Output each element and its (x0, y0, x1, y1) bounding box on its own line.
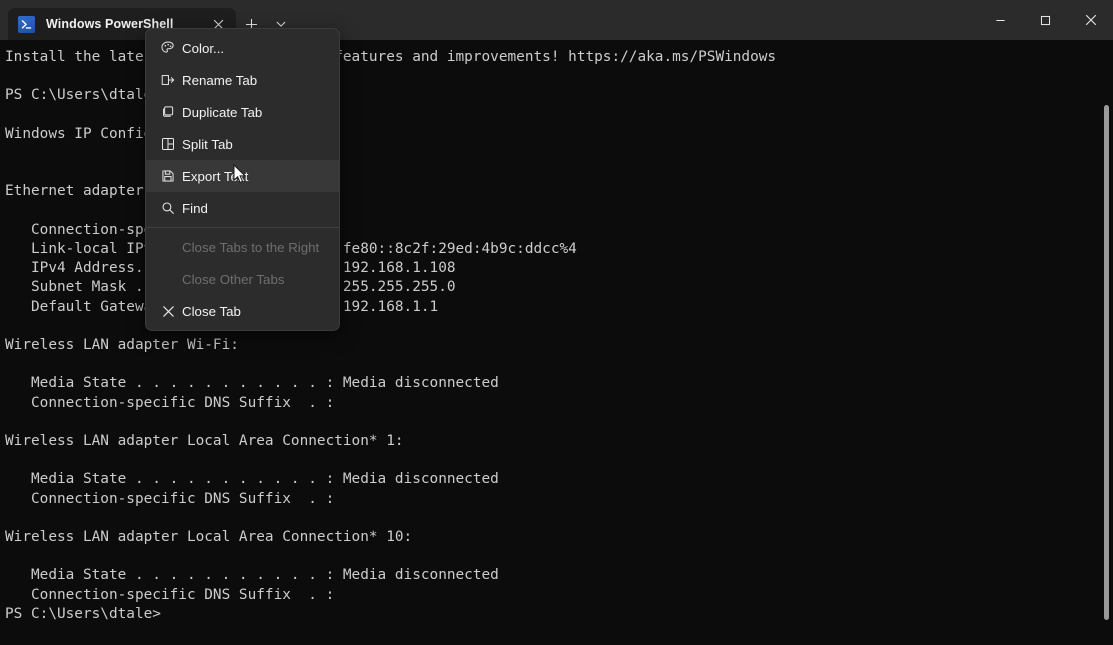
menu-item-label: Close Other Tabs (182, 271, 285, 287)
tab-context-menu: Color... Rename Tab Duplicate Tab Split … (145, 28, 340, 331)
scrollbar-thumb[interactable] (1104, 105, 1109, 620)
menu-item-color[interactable]: Color... (146, 32, 339, 64)
menu-item-find[interactable]: Find (146, 192, 339, 224)
rename-icon (154, 72, 182, 88)
split-icon (154, 136, 182, 152)
menu-item-close-tab[interactable]: Close Tab (146, 295, 339, 327)
close-icon (154, 304, 182, 319)
menu-item-label: Close Tab (182, 303, 241, 319)
menu-item-rename-tab[interactable]: Rename Tab (146, 64, 339, 96)
close-button[interactable] (1068, 0, 1113, 40)
powershell-window: Windows PowerShell Install the latest fe… (0, 0, 1113, 645)
menu-item-label: Split Tab (182, 136, 233, 152)
menu-item-label: Find (182, 200, 208, 216)
save-icon (154, 168, 182, 184)
menu-item-close-other-tabs: Close Other Tabs (146, 263, 339, 295)
menu-item-label: Duplicate Tab (182, 104, 263, 120)
menu-separator (146, 227, 339, 228)
window-controls (978, 0, 1113, 40)
menu-item-label: Rename Tab (182, 72, 258, 88)
search-icon (154, 200, 182, 216)
menu-item-label: Color... (182, 40, 225, 56)
menu-item-duplicate-tab[interactable]: Duplicate Tab (146, 96, 339, 128)
minimize-button[interactable] (978, 0, 1023, 40)
powershell-icon (18, 15, 35, 33)
palette-icon (154, 40, 182, 56)
menu-item-label: Close Tabs to the Right (182, 239, 320, 255)
menu-item-close-tabs-to-the-right: Close Tabs to the Right (146, 231, 339, 263)
maximize-button[interactable] (1023, 0, 1068, 40)
menu-item-label: Export Text (182, 168, 249, 184)
terminal-output: Install the latest PowerShell for new fe… (5, 49, 777, 622)
terminal-scrollbar[interactable] (1099, 40, 1113, 645)
menu-item-split-tab[interactable]: Split Tab (146, 128, 339, 160)
duplicate-icon (154, 104, 182, 120)
menu-item-export-text[interactable]: Export Text (146, 160, 339, 192)
